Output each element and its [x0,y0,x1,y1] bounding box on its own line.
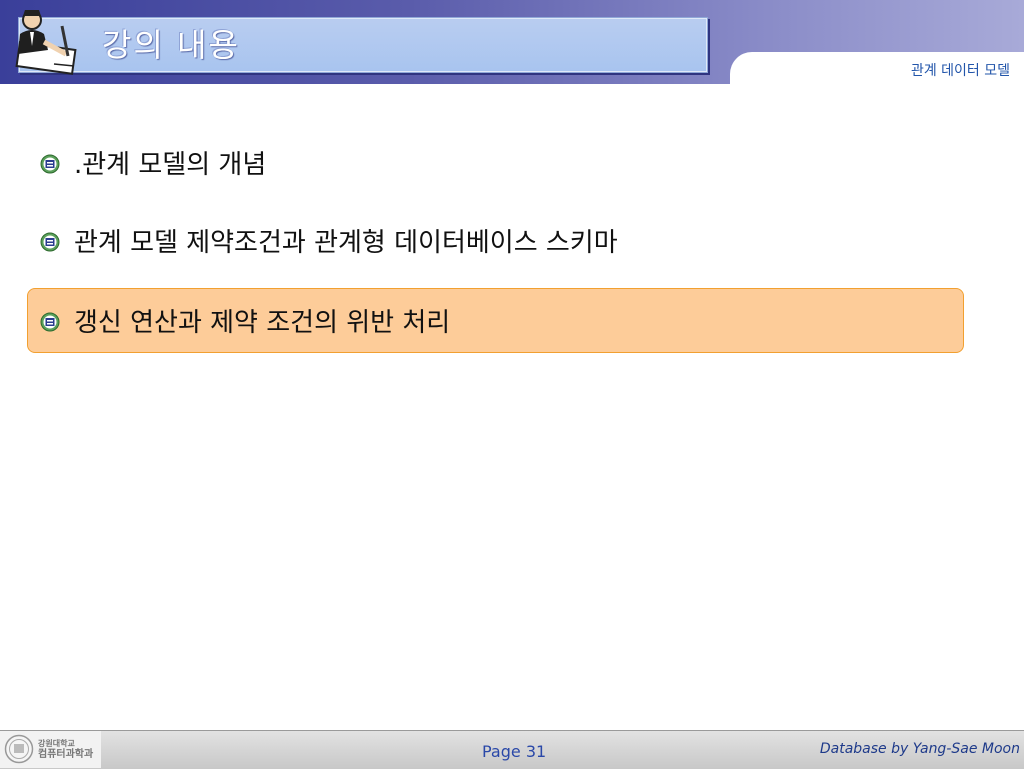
list-item-label: 갱신 연산과 제약 조건의 위반 처리 [74,308,451,338]
list-item-label: .관계 모델의 개념 [74,150,267,180]
section-tab-label: 관계 데이터 모델 [910,63,1010,79]
footer-credit: Database by Yang-Sae Moon [819,741,1020,757]
footer-logo-text: 강원대학교 컴퓨터과학과 [38,738,93,760]
footer-logo-line2: 컴퓨터과학과 [38,749,94,760]
page-number: Page 31 [482,742,547,761]
list-item-label: 관계 모델 제약조건과 관계형 데이터베이스 스키마 [74,228,618,258]
page-title: 강의 내용 [102,26,240,64]
university-emblem-icon [40,312,60,332]
university-emblem-icon [40,232,60,252]
university-emblem-icon [40,154,60,174]
teacher-writing-icon [15,10,77,75]
footer-logo-line1: 강원대학교 [38,739,75,748]
university-seal-icon [4,734,34,764]
